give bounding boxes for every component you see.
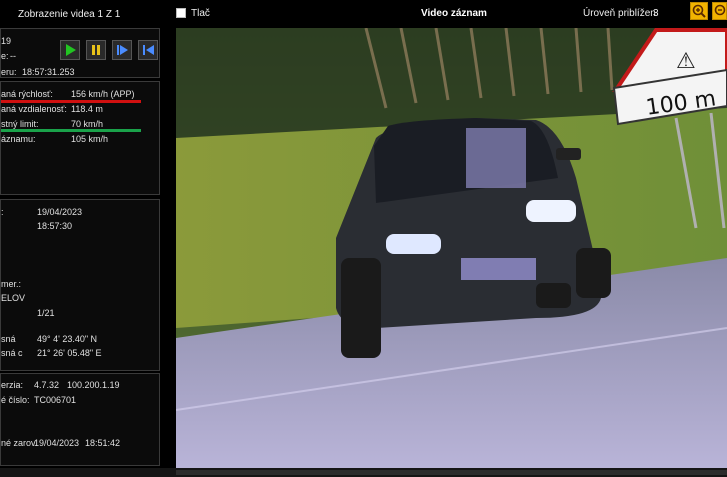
- playback-panel: 19 e: -- eru: 18:57:31.253: [0, 28, 160, 78]
- print-checkbox[interactable]: [176, 8, 186, 18]
- speed-label: aná rýchlosť:: [1, 89, 53, 99]
- play-icon: [66, 44, 76, 56]
- side-mirror: [556, 148, 581, 160]
- record-speed-value: 105 km/h: [71, 134, 109, 144]
- zoom-in-button[interactable]: [690, 2, 708, 20]
- measure-time-value: 18:57:31.253: [22, 67, 75, 77]
- video-scene: ⚠ 100 m: [176, 28, 727, 468]
- direction-label: mer.:: [1, 279, 22, 289]
- longitude-label: sná c: [1, 348, 23, 358]
- device-panel: erzia: 4.7.32 100.200.1.19 é číslo: TC00…: [0, 373, 160, 466]
- zoom-out-icon: [714, 4, 726, 16]
- device-ip: 100.200.1.19: [67, 380, 120, 390]
- speed-limit-value: 70 km/h: [71, 119, 104, 129]
- svg-text:⚠: ⚠: [676, 49, 696, 74]
- wheel-right: [576, 248, 611, 298]
- date-value: 19/04/2023: [37, 207, 83, 217]
- wheel-left: [341, 258, 381, 358]
- time-value: 18:57:30: [37, 221, 73, 231]
- distance-label: aná vzdialenosť:: [1, 104, 67, 114]
- print-label[interactable]: Tlač: [191, 8, 210, 19]
- record-speed-label: áznamu:: [1, 134, 36, 144]
- zoom-level-value: 3: [653, 8, 659, 19]
- step-back-icon: [143, 45, 154, 55]
- window-title: Zobrazenie videa 1 Z 1: [18, 9, 121, 20]
- location-panel: : 19/04/2023 18:57:30 mer.: ELOV 1/21 sn…: [0, 199, 160, 371]
- fraction-value: 1/21: [37, 308, 55, 318]
- version-value: 4.7.32: [34, 380, 60, 390]
- pause-button[interactable]: [86, 40, 106, 60]
- pixelated-plate: [461, 258, 536, 280]
- zoom-level-label: Úroveň priblížen: [583, 8, 656, 19]
- video-title: Video záznam: [421, 8, 487, 19]
- speed-limit-label: stný limit:: [1, 119, 39, 129]
- speed-underline: [1, 100, 141, 103]
- serial-label: é číslo:: [1, 395, 30, 405]
- speed-value: 156 km/h (APP): [71, 89, 135, 99]
- pixelated-driver: [466, 128, 526, 188]
- version-label: erzia:: [1, 380, 24, 390]
- serial-value: TC006701: [34, 395, 77, 405]
- latitude-value: 49° 4' 23.40" N: [37, 334, 98, 344]
- longitude-value: 21° 26' 05.48" E: [37, 348, 102, 358]
- step-back-button[interactable]: [138, 40, 158, 60]
- headlight-left: [386, 234, 441, 254]
- measurement-panel: aná rýchlosť: 156 km/h (APP) aná vzdiale…: [0, 81, 160, 195]
- pause-icon: [92, 45, 100, 55]
- distance-value: 118.4 m: [71, 104, 103, 114]
- speed-limit-underline: [1, 129, 141, 132]
- power-on-label: né zarov: [1, 438, 36, 448]
- date-label: :: [1, 207, 4, 217]
- video-frame[interactable]: ⚠ 100 m: [176, 28, 727, 468]
- offset-value: --: [10, 51, 16, 61]
- step-forward-icon: [117, 45, 128, 55]
- zoom-in-icon: [692, 4, 706, 18]
- power-on-time: 18:51:42: [85, 438, 121, 448]
- zoom-out-button[interactable]: [712, 2, 727, 20]
- place-text: ELOV: [1, 293, 26, 303]
- horizontal-scrollbar[interactable]: [176, 470, 727, 475]
- offset-label: e:: [1, 51, 9, 61]
- headlight-right: [526, 200, 576, 222]
- frame-info: 19: [1, 36, 12, 46]
- play-button[interactable]: [60, 40, 80, 60]
- latitude-label: sná: [1, 334, 16, 344]
- power-on-date: 19/04/2023: [34, 438, 80, 448]
- step-forward-button[interactable]: [112, 40, 132, 60]
- measure-time-label: eru:: [1, 67, 17, 77]
